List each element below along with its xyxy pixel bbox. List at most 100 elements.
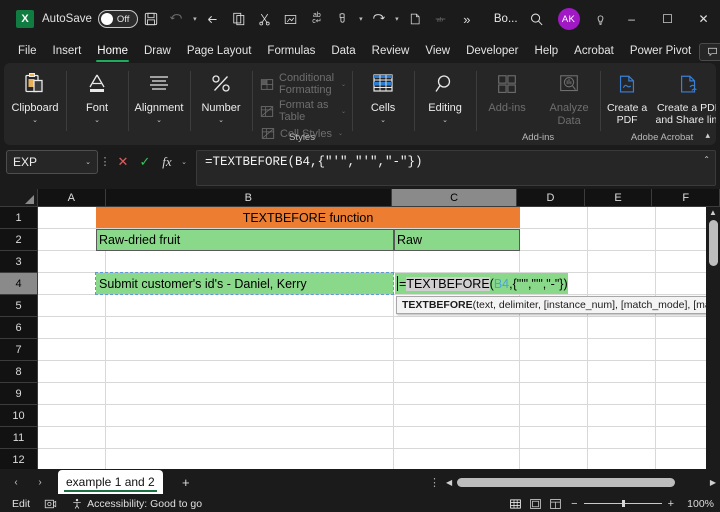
alignment-button[interactable]: Alignment ⌄ — [128, 67, 190, 125]
normal-view-icon[interactable] — [505, 497, 525, 511]
enter-formula-button[interactable]: ✓ — [134, 150, 156, 174]
expand-formula-bar-icon[interactable]: ⌃ — [703, 155, 710, 165]
insert-function-caret-icon[interactable]: ⌄ — [178, 150, 190, 174]
row-header-8[interactable]: 8 — [0, 361, 38, 383]
row-header-1[interactable]: 1 — [0, 207, 38, 229]
vertical-scrollbar[interactable]: ▲ — [706, 207, 720, 469]
horizontal-scroll-thumb[interactable] — [457, 477, 676, 487]
create-pdf-button[interactable]: Create a PDF — [600, 67, 654, 126]
tab-insert[interactable]: Insert — [45, 44, 90, 62]
tab-formulas[interactable]: Formulas — [259, 44, 323, 62]
zoom-control[interactable]: − + 100% — [571, 498, 714, 510]
select-all-corner[interactable] — [0, 189, 38, 207]
cell-b2[interactable]: Raw-dried fruit — [96, 229, 393, 250]
row-header-9[interactable]: 9 — [0, 383, 38, 405]
new-file-icon[interactable] — [402, 6, 428, 32]
chevron-up-icon[interactable]: ▴ — [705, 130, 710, 141]
tab-page-layout[interactable]: Page Layout — [179, 44, 260, 62]
tab-help[interactable]: Help — [527, 44, 567, 62]
cell-b4[interactable]: Submit customer's id's - Daniel, Kerry — [96, 273, 393, 294]
tab-power-pivot[interactable]: Power Pivot — [622, 44, 699, 62]
horizontal-scrollbar[interactable]: ◀ ▶ — [446, 475, 716, 489]
tab-developer[interactable]: Developer — [458, 44, 526, 62]
accessibility-status[interactable]: Accessibility: Good to go — [71, 498, 202, 510]
formula-input[interactable]: =TEXTBEFORE(B4,{"'","'","-"}) ⌃ — [196, 150, 716, 186]
column-header-f[interactable]: F — [652, 189, 720, 207]
cancel-formula-button[interactable]: ✕ — [112, 150, 134, 174]
comments-button[interactable] — [699, 43, 720, 61]
scroll-right-arrow-icon[interactable]: ▶ — [710, 478, 716, 487]
sheet-tab-example-1-and-2[interactable]: example 1 and 2 — [58, 470, 163, 494]
row-header-2[interactable]: 2 — [0, 229, 38, 251]
zoom-in-button[interactable]: + — [668, 498, 674, 510]
save-icon[interactable] — [138, 6, 164, 32]
column-header-e[interactable]: E — [584, 189, 653, 207]
name-box[interactable]: EXP ⌄ — [6, 150, 98, 174]
tab-draw[interactable]: Draw — [136, 44, 179, 62]
font-button[interactable]: Font ⌄ — [66, 67, 128, 125]
tab-view[interactable]: View — [417, 44, 458, 62]
zoom-level-label[interactable]: 100% — [680, 498, 714, 510]
conditional-formatting-caret-icon[interactable]: ⌄ — [341, 81, 346, 88]
zoom-out-button[interactable]: − — [571, 498, 577, 510]
clipboard-button[interactable]: Clipboard ⌄ — [4, 67, 66, 125]
scroll-left-arrow-icon[interactable]: ◀ — [446, 478, 452, 487]
insert-function-button[interactable]: fx — [156, 150, 178, 174]
spelling-abc-icon[interactable]: ab c↵ — [304, 6, 330, 32]
create-pdf-share-button[interactable]: Create a PDF and Share link — [654, 67, 716, 126]
record-macro-icon[interactable] — [44, 498, 57, 510]
previous-sheet-button[interactable]: ‹ — [4, 471, 28, 493]
name-box-caret-icon[interactable]: ⌄ — [85, 158, 91, 166]
horizontal-scroll-track[interactable] — [455, 477, 707, 487]
tab-home[interactable]: Home — [89, 44, 136, 62]
cell-b1[interactable]: TEXTBEFORE function — [96, 207, 520, 228]
maximize-button[interactable]: ☐ — [650, 4, 686, 34]
column-header-c[interactable]: C — [391, 189, 518, 207]
document-name[interactable]: Bo... — [494, 13, 518, 25]
row-header-7[interactable]: 7 — [0, 339, 38, 361]
more-commands-icon[interactable]: » — [454, 6, 480, 32]
lightbulb-icon[interactable] — [588, 6, 614, 32]
cell-c4-editing[interactable]: = TEXTBEFORE(B4 ,{"'","'","-"}) — [395, 273, 568, 294]
tab-data[interactable]: Data — [323, 44, 363, 62]
row-header-12[interactable]: 12 — [0, 449, 38, 469]
row-header-10[interactable]: 10 — [0, 405, 38, 427]
row-header-3[interactable]: 3 — [0, 251, 38, 273]
cell-c2[interactable]: Raw — [394, 229, 519, 250]
row-header-5[interactable]: 5 — [0, 295, 38, 317]
number-button[interactable]: Number ⌄ — [190, 67, 252, 125]
cell-area[interactable]: TEXTBEFORE function Raw-dried fruit Raw … — [38, 207, 706, 469]
clipboard-caret-icon[interactable]: ⌄ — [32, 116, 38, 125]
search-icon[interactable] — [524, 6, 550, 32]
alignment-caret-icon[interactable]: ⌄ — [156, 116, 162, 125]
avatar[interactable]: AK — [557, 8, 580, 30]
format-painter-icon[interactable] — [330, 6, 356, 32]
paste-special-icon[interactable] — [278, 6, 304, 32]
editing-button[interactable]: Editing ⌄ — [414, 67, 476, 125]
column-header-a[interactable]: A — [38, 189, 106, 207]
tab-acrobat[interactable]: Acrobat — [566, 44, 622, 62]
sheet-options-button[interactable]: ⋮ — [423, 476, 446, 489]
format-painter-caret-icon[interactable]: ▾ — [356, 15, 366, 23]
redo-icon[interactable] — [366, 6, 392, 32]
cells-button[interactable]: Cells ⌄ — [352, 67, 414, 125]
number-caret-icon[interactable]: ⌄ — [218, 116, 224, 125]
row-header-11[interactable]: 11 — [0, 427, 38, 449]
format-as-table-button[interactable]: Format as Table ⌄ — [260, 99, 346, 123]
cut-scissors-icon[interactable] — [252, 6, 278, 32]
tab-review[interactable]: Review — [364, 44, 418, 62]
font-caret-icon[interactable]: ⌄ — [94, 116, 100, 125]
strikethrough-icon[interactable]: ab — [428, 6, 454, 32]
scroll-up-arrow-icon[interactable]: ▲ — [709, 207, 717, 219]
column-header-b[interactable]: B — [105, 189, 392, 207]
zoom-slider-track[interactable] — [583, 500, 662, 507]
tab-file[interactable]: File — [10, 44, 45, 62]
zoom-slider-knob[interactable] — [621, 500, 625, 507]
vertical-scroll-thumb[interactable] — [708, 220, 718, 266]
copy-icon[interactable] — [226, 6, 252, 32]
close-button[interactable]: ✕ — [686, 4, 720, 34]
editing-caret-icon[interactable]: ⌄ — [442, 116, 448, 125]
row-header-4[interactable]: 4 — [0, 273, 38, 295]
page-layout-view-icon[interactable] — [525, 497, 545, 511]
page-break-view-icon[interactable] — [545, 497, 565, 511]
